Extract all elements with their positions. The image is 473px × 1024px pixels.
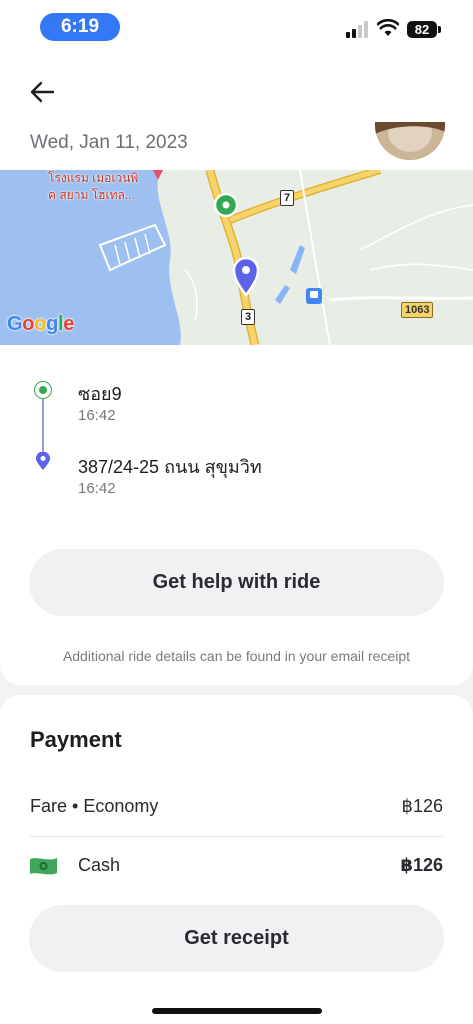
payment-divider — [30, 836, 443, 837]
route-details: ซอย9 16:42 387/24-25 ถนน สุขุมวิท 16:42 … — [0, 345, 473, 685]
driver-avatar — [375, 122, 445, 160]
road-badge-3: 3 — [241, 309, 256, 325]
cash-icon — [30, 858, 57, 875]
google-logo: Google — [7, 313, 75, 335]
wifi-icon — [377, 19, 399, 36]
route-connector-line — [42, 391, 44, 461]
dropoff-time: 16:42 — [78, 480, 116, 497]
pickup-dot-icon — [35, 382, 51, 398]
battery-tip — [438, 26, 441, 33]
pickup-time: 16:42 — [78, 407, 116, 424]
status-time: 6:19 — [40, 13, 120, 41]
road-badge-7: 7 — [280, 190, 295, 206]
pickup-address: ซอย9 — [78, 384, 122, 404]
home-indicator[interactable] — [152, 1008, 322, 1014]
status-bar: 6:19 82 — [0, 0, 473, 56]
get-help-button[interactable]: Get help with ride — [29, 549, 444, 616]
map-poi-label: โรงแรม เมอเวนพิ ค สยาม โฮเทล... — [48, 171, 139, 202]
cellular-signal-icon — [346, 20, 372, 38]
fare-amount: ฿126 — [401, 796, 443, 816]
receipt-note: Additional ride details can be found in … — [62, 648, 411, 664]
highway-badge: 1063 — [401, 302, 434, 318]
route-map[interactable]: โรงแรม เมอเวนพิ ค สยาม โฮเทล... 7 3 1063… — [0, 170, 473, 345]
payment-method-amount: ฿126 — [400, 855, 443, 875]
dropoff-address: 387/24-25 ถนน สุขุมวิท — [78, 457, 262, 477]
fare-label: Fare • Economy — [30, 796, 159, 816]
arrow-left-icon[interactable] — [28, 78, 56, 106]
ride-header: Wed, Jan 11, 2023 — [0, 56, 473, 170]
payment-title: Payment — [30, 727, 122, 752]
payment-method-label: Cash — [78, 855, 121, 875]
battery-indicator: 82 — [407, 21, 437, 38]
get-receipt-button[interactable]: Get receipt — [29, 905, 444, 972]
payment-section: Payment Fare • Economy ฿126 Cash ฿126 Ge… — [0, 695, 473, 1024]
dropoff-pin-icon — [36, 452, 50, 470]
ride-date: Wed, Jan 11, 2023 — [30, 132, 188, 153]
